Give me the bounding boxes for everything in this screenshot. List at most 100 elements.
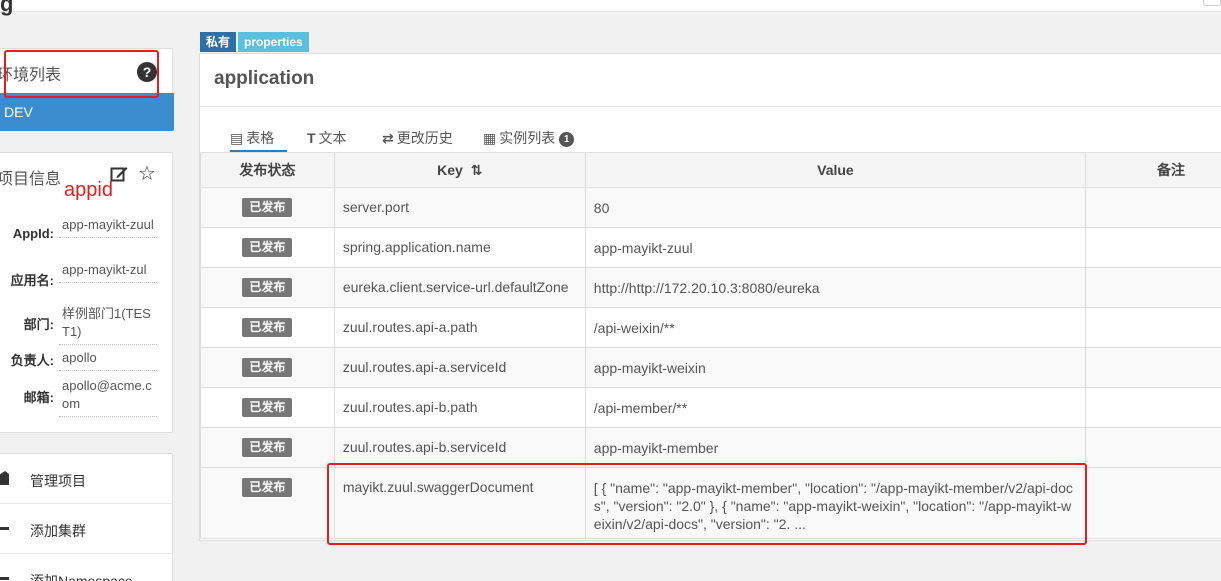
table-icon: ▤ bbox=[230, 130, 244, 146]
key-cell: server.port bbox=[333, 187, 586, 228]
menu-item-add-cluster[interactable]: 添加集群 bbox=[0, 504, 174, 554]
table-row: 已发布 spring.application.name app-mayikt-z… bbox=[200, 227, 1221, 268]
instance-count-badge: 1 bbox=[559, 132, 575, 147]
comment-cell bbox=[1085, 387, 1221, 428]
column-header-value: Value bbox=[584, 152, 1087, 188]
add-cluster-icon bbox=[0, 527, 9, 530]
key-cell: spring.application.name bbox=[333, 227, 586, 268]
field-label: AppId: bbox=[12, 226, 54, 241]
status-cell: 已发布 bbox=[200, 427, 335, 468]
value-cell: http://http://172.20.10.3:8080/eureka bbox=[584, 267, 1087, 308]
comment-cell bbox=[1085, 467, 1221, 539]
status-cell: 已发布 bbox=[200, 387, 335, 428]
field-label: 应用名: bbox=[10, 273, 54, 288]
format-tag: properties bbox=[238, 32, 309, 52]
field-label: 部门: bbox=[23, 317, 54, 332]
menu-item-manage-project[interactable]: 管理项目 bbox=[0, 454, 174, 504]
status-badge: 已发布 bbox=[242, 398, 293, 417]
status-badge: 已发布 bbox=[242, 358, 293, 377]
tab-text[interactable]: T 文本 bbox=[307, 128, 347, 152]
status-cell: 已发布 bbox=[200, 227, 335, 268]
history-icon: ⇄ bbox=[382, 130, 394, 146]
value-cell: app-mayikt-member bbox=[584, 427, 1087, 468]
menu-item-label: 添加Namespace bbox=[30, 573, 133, 581]
menu-item-label: 管理项目 bbox=[30, 473, 86, 489]
status-cell: 已发布 bbox=[200, 187, 335, 228]
status-badge: 已发布 bbox=[242, 278, 293, 297]
field-value: 样例部门1(TEST1) bbox=[59, 305, 157, 345]
comment-cell bbox=[1085, 227, 1221, 268]
column-header-comment: 备注 bbox=[1085, 152, 1221, 188]
comment-cell bbox=[1085, 347, 1221, 388]
tab-label: 实例列表 bbox=[499, 130, 556, 146]
tab-history[interactable]: ⇄ 更改历史 bbox=[382, 128, 453, 152]
text-icon: T bbox=[307, 130, 316, 146]
namespace-title: application bbox=[214, 68, 315, 89]
value-cell: /api-weixin/** bbox=[584, 307, 1087, 348]
top-navbar: g bbox=[0, 0, 1221, 16]
private-tag: 私有 bbox=[200, 32, 237, 52]
status-cell: 已发布 bbox=[200, 307, 335, 348]
column-header-status: 发布状态 bbox=[200, 152, 335, 188]
table-row: 已发布 mayikt.zuul.swaggerDocument [ { "nam… bbox=[200, 467, 1221, 539]
status-badge: 已发布 bbox=[242, 198, 293, 217]
namespace-panel: application ▤ 表格 T 文本 ⇄ 更改历史 ▦ 实例列表 1 发布状态 bbox=[199, 53, 1221, 541]
project-menu-panel: 管理项目 添加集群 添加Namespace bbox=[0, 453, 174, 581]
value-cell: [ { "name": "app-mayikt-member", "locati… bbox=[584, 467, 1087, 539]
field-value: apollo@acme.com bbox=[59, 377, 157, 417]
status-badge: 已发布 bbox=[242, 438, 293, 457]
key-cell: eureka.client.service-url.defaultZone bbox=[333, 267, 586, 308]
instances-icon: ▦ bbox=[483, 130, 497, 146]
comment-cell bbox=[1085, 307, 1221, 348]
column-header-key-label: Key bbox=[437, 161, 463, 178]
table-row: 已发布 zuul.routes.api-b.serviceId app-mayi… bbox=[200, 427, 1221, 468]
table-row: 已发布 zuul.routes.api-a.path /api-weixin/*… bbox=[200, 307, 1221, 348]
namespace-tags: 私有 properties bbox=[200, 32, 311, 52]
appid-highlight-box bbox=[4, 50, 159, 98]
tab-label: 表格 bbox=[246, 130, 275, 146]
status-badge: 已发布 bbox=[242, 238, 293, 257]
field-value: app-mayikt-zul bbox=[59, 261, 157, 283]
value-cell: 80 bbox=[584, 187, 1087, 228]
column-header-key[interactable]: Key ⇅ bbox=[333, 152, 586, 188]
add-namespace-icon bbox=[0, 577, 9, 580]
config-table: 发布状态 Key ⇅ Value 备注 已发布 server.port 80 已… bbox=[200, 152, 1221, 539]
manage-icon bbox=[0, 471, 9, 485]
logo: g bbox=[0, 0, 14, 16]
status-cell: 已发布 bbox=[200, 267, 335, 308]
menu-item-label: 添加集群 bbox=[30, 523, 86, 539]
table-row: 已发布 server.port 80 bbox=[200, 187, 1221, 228]
sort-icon[interactable]: ⇅ bbox=[471, 162, 483, 178]
value-cell: /api-member/** bbox=[584, 387, 1087, 428]
key-cell: zuul.routes.api-b.path bbox=[333, 387, 586, 428]
field-value: app-mayikt-zuul bbox=[59, 216, 157, 238]
comment-cell bbox=[1085, 187, 1221, 228]
project-info-panel: 项目信息 ☆ appid AppId: app-mayikt-zuul 应用名:… bbox=[0, 152, 173, 433]
table-header-row: 发布状态 Key ⇅ Value 备注 bbox=[200, 152, 1221, 188]
tab-instances[interactable]: ▦ 实例列表 1 bbox=[483, 128, 575, 152]
menu-item-add-namespace[interactable]: 添加Namespace bbox=[0, 554, 174, 581]
key-cell: zuul.routes.api-a.path bbox=[333, 307, 586, 348]
tab-label: 文本 bbox=[318, 130, 347, 146]
comment-cell bbox=[1085, 427, 1221, 468]
value-cell: app-mayikt-zuul bbox=[584, 227, 1087, 268]
key-cell: zuul.routes.api-b.serviceId bbox=[333, 427, 586, 468]
column-header-comment-label: 备注 bbox=[1157, 162, 1185, 178]
appid-annotation: appid bbox=[64, 179, 113, 201]
status-badge: 已发布 bbox=[242, 478, 293, 497]
tab-table[interactable]: ▤ 表格 bbox=[230, 128, 287, 152]
project-info-title: 项目信息 bbox=[0, 171, 62, 188]
env-item-dev[interactable]: DEV bbox=[0, 93, 174, 131]
field-label: 负责人: bbox=[10, 353, 54, 368]
key-cell: mayikt.zuul.swaggerDocument bbox=[333, 467, 586, 539]
table-row: 已发布 zuul.routes.api-a.serviceId app-mayi… bbox=[200, 347, 1221, 388]
status-badge: 已发布 bbox=[242, 318, 293, 337]
field-label: 邮箱: bbox=[23, 390, 54, 405]
navbar-toggle-button[interactable] bbox=[1203, 0, 1221, 6]
tab-label: 更改历史 bbox=[396, 130, 453, 146]
field-value: apollo bbox=[59, 349, 157, 371]
status-cell: 已发布 bbox=[200, 347, 335, 388]
divider bbox=[200, 106, 1221, 107]
star-icon[interactable]: ☆ bbox=[138, 164, 156, 184]
value-cell: app-mayikt-weixin bbox=[584, 347, 1087, 388]
